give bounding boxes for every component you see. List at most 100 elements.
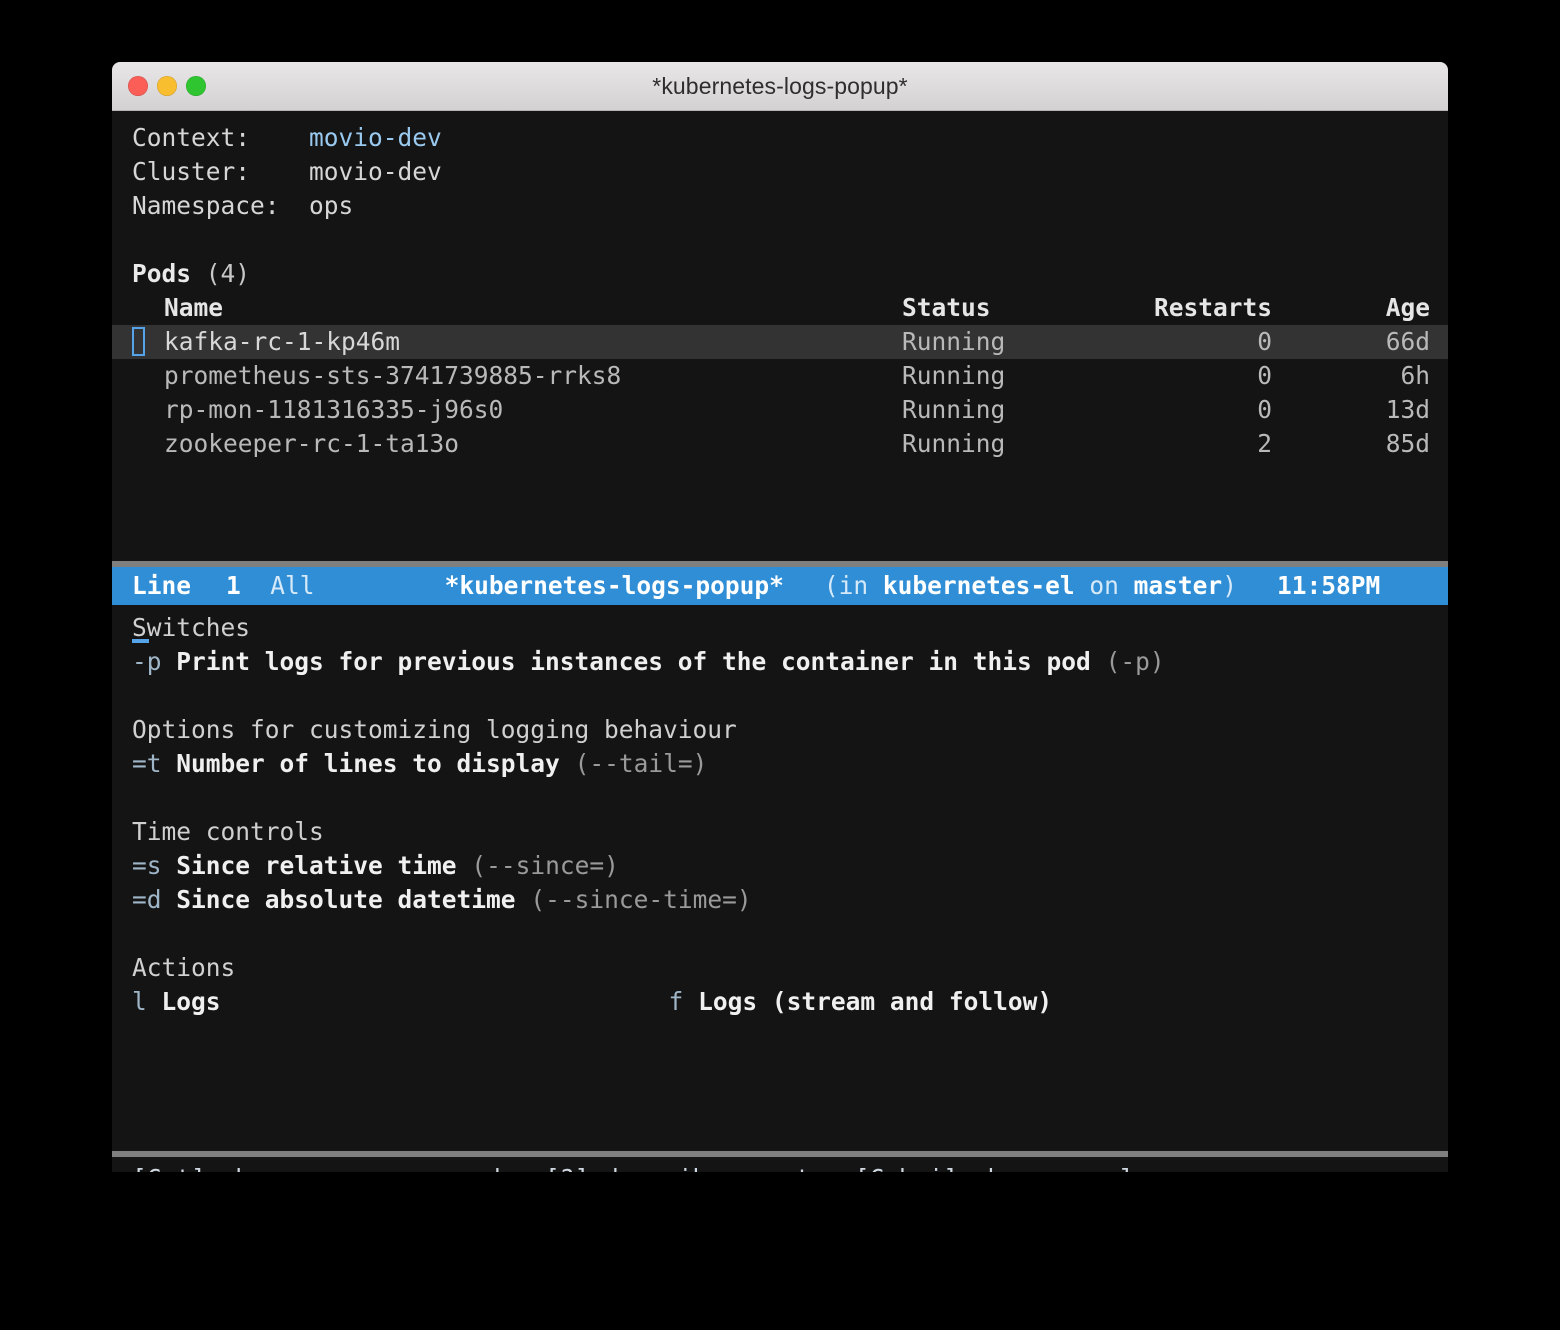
window-title: *kubernetes-logs-popup* bbox=[652, 72, 908, 99]
modeline-in-word: (in bbox=[823, 571, 869, 600]
column-header-age: Age bbox=[1385, 293, 1430, 322]
group-underline-marker bbox=[132, 639, 149, 643]
pod-restarts-cell: 0 bbox=[1072, 325, 1280, 359]
pods-table-header: Name Status Restarts Age bbox=[112, 291, 1448, 325]
pod-age-cell: 66d bbox=[1280, 325, 1448, 359]
popup-option-row[interactable]: -p Print logs for previous instances of … bbox=[112, 645, 1448, 679]
popup-action-key[interactable]: f bbox=[669, 987, 684, 1016]
cluster-label: Cluster: bbox=[132, 157, 251, 186]
pod-name-cell: kafka-rc-1-kp46m bbox=[164, 325, 902, 359]
popup-option-key[interactable]: -p bbox=[132, 647, 162, 676]
popup-option-hint: (--tail=) bbox=[574, 749, 708, 778]
context-value[interactable]: movio-dev bbox=[309, 123, 442, 152]
modeline-clock: 11:58PM bbox=[1276, 571, 1381, 600]
popup-option-row[interactable]: =d Since absolute datetime (--since-time… bbox=[112, 883, 1448, 917]
context-row: Context: movio-dev bbox=[112, 121, 1448, 155]
popup-group-spacer bbox=[112, 679, 1448, 713]
cluster-value: movio-dev bbox=[309, 157, 442, 186]
popup-option-row[interactable]: =t Number of lines to display (--tail=) bbox=[112, 747, 1448, 781]
modeline-buffer-name[interactable]: *kubernetes-logs-popup* bbox=[445, 569, 784, 603]
row-cursor-cell bbox=[112, 325, 164, 359]
row-cursor-cell bbox=[112, 359, 164, 393]
popup-group-title: Options for customizing logging behaviou… bbox=[132, 715, 737, 744]
pod-restarts-cell: 0 bbox=[1257, 395, 1272, 424]
kubernetes-overview-pane[interactable]: Context: movio-dev Cluster: movio-dev Na… bbox=[112, 111, 1448, 561]
popup-group-title: Switches bbox=[132, 613, 251, 643]
modeline-line-number: 1 bbox=[226, 571, 241, 600]
pods-section-count: (4) bbox=[205, 259, 251, 288]
emacs-window: *kubernetes-logs-popup* Context: movio-d… bbox=[112, 62, 1448, 1172]
cursor-column-header bbox=[112, 291, 164, 325]
popup-option-label[interactable]: Print logs for previous instances of the… bbox=[176, 647, 1091, 676]
spacing bbox=[457, 851, 472, 880]
pod-age-cell: 85d bbox=[1385, 429, 1430, 458]
namespace-label: Namespace: bbox=[132, 191, 280, 220]
logs-popup-pane[interactable]: Switches -p Print logs for previous insta… bbox=[112, 605, 1448, 1151]
namespace-value: ops bbox=[309, 191, 354, 220]
popup-option-label[interactable]: Since relative time bbox=[176, 851, 456, 880]
spacing bbox=[162, 885, 177, 914]
spacing bbox=[162, 749, 177, 778]
context-label: Context: bbox=[132, 123, 251, 152]
spacing bbox=[162, 851, 177, 880]
spacing bbox=[516, 885, 531, 914]
modeline-close-paren: ) bbox=[1222, 571, 1237, 600]
namespace-row: Namespace: ops bbox=[112, 189, 1448, 223]
popup-action-key[interactable]: l bbox=[132, 987, 147, 1016]
pods-section-title: Pods bbox=[132, 259, 192, 288]
overview-spacer bbox=[112, 223, 1448, 257]
popup-option-key[interactable]: =s bbox=[132, 851, 162, 880]
popup-action-label[interactable]: Logs (stream and follow) bbox=[698, 987, 1052, 1016]
popup-group-spacer bbox=[112, 917, 1448, 951]
spacing bbox=[560, 749, 575, 778]
pods-table: Name Status Restarts Age kafka-rc-1-kp46… bbox=[112, 291, 1448, 461]
table-row[interactable]: zookeeper-rc-1-ta13o Running 2 85d bbox=[112, 427, 1448, 461]
echo-area-text: [C-t] show common commands, [?] describe… bbox=[132, 1162, 1135, 1172]
column-header-restarts: Restarts bbox=[1153, 293, 1272, 322]
modeline-project: kubernetes-el bbox=[882, 571, 1075, 600]
emacs-frame: Context: movio-dev Cluster: movio-dev Na… bbox=[112, 111, 1448, 1172]
popup-action-label[interactable]: Logs bbox=[162, 987, 221, 1016]
popup-group-title: Actions bbox=[132, 953, 236, 982]
window-titlebar: *kubernetes-logs-popup* bbox=[112, 62, 1448, 111]
popup-option-key[interactable]: =t bbox=[132, 749, 162, 778]
popup-option-label[interactable]: Number of lines to display bbox=[176, 749, 560, 778]
popup-group-spacer bbox=[112, 781, 1448, 815]
minimize-button[interactable] bbox=[157, 76, 177, 96]
modeline-branch: master bbox=[1133, 571, 1223, 600]
pods-section-header[interactable]: Pods (4) bbox=[112, 257, 1448, 291]
pod-status-cell: Running bbox=[902, 361, 1006, 390]
popup-option-hint: (-p) bbox=[1105, 647, 1165, 676]
pod-age-cell: 13d bbox=[1385, 395, 1430, 424]
popup-option-hint: (--since-time=) bbox=[530, 885, 752, 914]
zoom-button[interactable] bbox=[186, 76, 206, 96]
spacing bbox=[147, 987, 162, 1016]
echo-area: [C-t] show common commands, [?] describe… bbox=[112, 1157, 1448, 1172]
spacing bbox=[683, 987, 698, 1016]
pod-name-cell: prometheus-sts-3741739885-rrks8 bbox=[164, 361, 622, 390]
popup-option-label[interactable]: Since absolute datetime bbox=[176, 885, 515, 914]
close-button[interactable] bbox=[128, 76, 148, 96]
modeline-on-word: on bbox=[1089, 571, 1119, 600]
row-cursor-cell bbox=[112, 393, 164, 427]
modeline-line-label: Line bbox=[132, 571, 192, 600]
spacing bbox=[1091, 647, 1106, 676]
pod-restarts-cell: 2 bbox=[1257, 429, 1272, 458]
pod-name-cell: rp-mon-1181316335-j96s0 bbox=[164, 395, 504, 424]
table-row[interactable]: rp-mon-1181316335-j96s0 Running 0 13d bbox=[112, 393, 1448, 427]
table-row[interactable]: prometheus-sts-3741739885-rrks8 Running 0 6… bbox=[112, 359, 1448, 393]
action-column-gap bbox=[221, 985, 669, 1019]
column-header-name: Name bbox=[164, 293, 224, 322]
row-cursor-cell bbox=[112, 427, 164, 461]
pod-restarts-cell: 0 bbox=[1257, 361, 1272, 390]
popup-option-key[interactable]: =d bbox=[132, 885, 162, 914]
mode-line[interactable]: Line 1 All *kubernetes-logs-popup* (in k… bbox=[112, 567, 1448, 605]
popup-action-row[interactable]: l Logs f Logs (stream and follow) bbox=[112, 985, 1448, 1019]
modeline-scroll-position: All bbox=[270, 571, 315, 600]
popup-group-title: Time controls bbox=[132, 817, 324, 846]
pods-table-body: kafka-rc-1-kp46m Running 0 66d prometheus-st… bbox=[112, 325, 1448, 461]
popup-option-row[interactable]: =s Since relative time (--since=) bbox=[112, 849, 1448, 883]
pod-name-cell: zookeeper-rc-1-ta13o bbox=[164, 429, 460, 458]
table-row[interactable]: kafka-rc-1-kp46m Running 0 66d bbox=[112, 325, 1448, 359]
window-controls bbox=[128, 62, 206, 110]
